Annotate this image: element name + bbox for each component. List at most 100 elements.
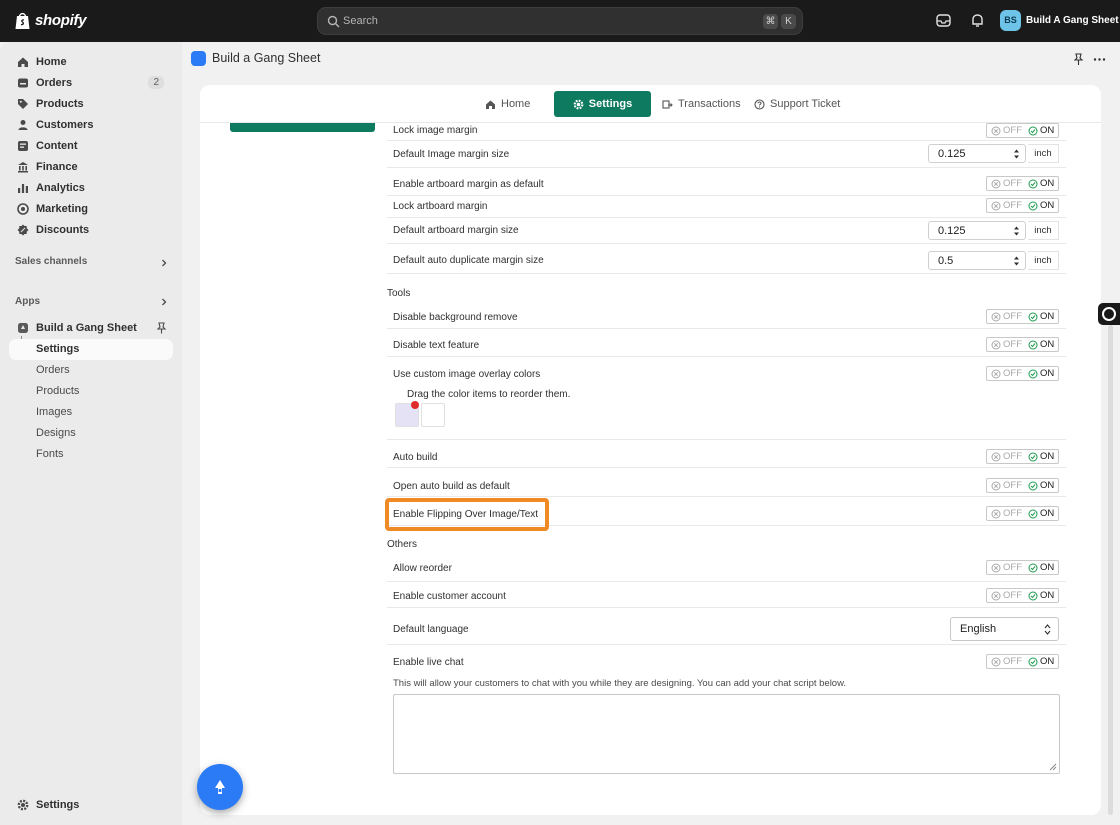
check-circle-icon — [1028, 340, 1038, 349]
app-logo-icon — [191, 51, 206, 66]
scrollbar[interactable] — [1108, 325, 1113, 815]
inbox-icon[interactable] — [935, 12, 952, 29]
sidebar-subitem-orders[interactable]: Orders — [9, 360, 173, 381]
chevron-right-icon[interactable] — [160, 259, 168, 267]
setting-label: Open auto build as default — [393, 481, 510, 492]
toggle-switch[interactable]: OFF ON — [986, 506, 1059, 521]
artboard-margin-input[interactable]: 0.125 — [928, 221, 1026, 240]
sidebar-item-analytics[interactable]: Analytics — [9, 178, 173, 198]
sidebar: Home Orders 2 Products Customers Content… — [0, 42, 182, 825]
toggle-switch[interactable]: OFF ON — [986, 123, 1059, 138]
sidebar-subitem-label: Fonts — [36, 448, 64, 460]
spinner-arrows-icon[interactable] — [1013, 225, 1020, 237]
toggle-switch[interactable]: OFF ON — [986, 449, 1059, 464]
toggle-switch[interactable]: OFF ON — [986, 198, 1059, 213]
tab-settings[interactable]: Settings — [554, 91, 651, 117]
tab-label: Support Ticket — [770, 98, 841, 110]
sidebar-app-build-a-gang-sheet[interactable]: Build a Gang Sheet — [9, 318, 173, 338]
sidebar-subitem-designs[interactable]: Designs — [9, 423, 173, 444]
app-chat-launcher-button[interactable] — [197, 764, 243, 810]
toggle-off-label: OFF — [1003, 508, 1022, 519]
toggle-on-label: ON — [1040, 562, 1055, 573]
toggle-switch[interactable]: OFF ON — [986, 654, 1059, 669]
sales-channels-heading[interactable]: Sales channels — [15, 256, 87, 267]
setting-enable-artboard-margin: Enable artboard margin as default OFF ON — [387, 174, 1066, 196]
sidebar-item-label: Discounts — [36, 224, 90, 236]
home-icon — [18, 57, 28, 67]
sidebar-item-customers[interactable]: Customers — [9, 115, 173, 135]
check-circle-icon — [1028, 481, 1038, 490]
pin-icon[interactable] — [156, 322, 167, 334]
orders-count-badge: 2 — [148, 76, 164, 89]
toggle-on-label: ON — [1040, 480, 1055, 491]
select-arrows-icon — [1044, 624, 1051, 635]
toggle-switch[interactable]: OFF ON — [986, 337, 1059, 352]
more-options-icon[interactable] — [1093, 53, 1106, 66]
sidebar-item-label: Marketing — [36, 203, 88, 215]
chat-script-textarea[interactable] — [393, 694, 1060, 774]
toggle-switch[interactable]: OFF ON — [986, 588, 1059, 603]
setting-default-auto-duplicate-margin: Default auto duplicate margin size 0.5 i… — [387, 247, 1066, 274]
remove-color-dot[interactable] — [411, 401, 419, 409]
color-swatch[interactable] — [421, 403, 445, 427]
toggle-switch[interactable]: OFF ON — [986, 478, 1059, 493]
setting-auto-build: Auto build OFF ON — [387, 440, 1066, 468]
sidebar-subitem-products[interactable]: Products — [9, 381, 173, 402]
tab-home[interactable]: Home — [485, 91, 530, 117]
home-icon — [486, 100, 495, 109]
setting-enable-customer-account: Enable customer account OFF ON — [387, 582, 1066, 608]
sidebar-item-content[interactable]: Content — [9, 136, 173, 156]
toggle-switch[interactable]: OFF ON — [986, 309, 1059, 324]
live-chat-help-text: This will allow your customers to chat w… — [393, 678, 847, 689]
spinner-arrows-icon[interactable] — [1013, 148, 1020, 160]
pin-icon[interactable] — [1072, 53, 1085, 66]
image-margin-input[interactable]: 0.125 — [928, 144, 1026, 163]
sidebar-item-marketing[interactable]: Marketing — [9, 199, 173, 219]
search-input[interactable]: Search ⌘ K — [317, 7, 803, 35]
toggle-off-label: OFF — [1003, 590, 1022, 601]
x-circle-icon — [991, 201, 1001, 210]
resize-handle-icon[interactable] — [1049, 763, 1057, 771]
store-menu[interactable]: BS Build A Gang Sheet — [1000, 10, 1119, 31]
sidebar-subitem-settings[interactable]: Settings — [9, 339, 173, 360]
toggle-off-label: OFF — [1003, 178, 1022, 189]
highlight-box — [385, 498, 549, 531]
drag-hint-text: Drag the color items to reorder them. — [407, 389, 571, 400]
bell-icon[interactable] — [969, 12, 986, 29]
sidebar-item-settings[interactable]: Settings — [9, 795, 173, 815]
x-circle-icon — [991, 179, 1001, 188]
sidebar-item-finance[interactable]: Finance — [9, 157, 173, 177]
sidebar-item-orders[interactable]: Orders 2 — [9, 73, 173, 93]
setting-label: Enable artboard margin as default — [393, 179, 544, 190]
chevron-right-icon[interactable] — [160, 298, 168, 306]
spinner-arrows-icon[interactable] — [1013, 255, 1020, 267]
app-frame: Home Settings Transactions Support Ticke… — [200, 85, 1101, 815]
tab-transactions[interactable]: Transactions — [662, 91, 741, 117]
help-circle-icon — [754, 98, 765, 110]
apps-heading[interactable]: Apps — [15, 296, 40, 307]
sidebar-subitem-images[interactable]: Images — [9, 402, 173, 423]
sidebar-item-products[interactable]: Products — [9, 94, 173, 114]
sidebar-item-home[interactable]: Home — [9, 52, 173, 72]
shopify-logo[interactable]: shopify — [14, 11, 87, 30]
toggle-switch[interactable]: OFF ON — [986, 560, 1059, 575]
auto-duplicate-margin-input[interactable]: 0.5 — [928, 251, 1026, 270]
bank-icon — [18, 162, 28, 173]
edge-widget-icon[interactable] — [1098, 303, 1120, 325]
check-circle-icon — [1028, 126, 1038, 135]
toggle-switch[interactable]: OFF ON — [986, 366, 1059, 381]
sidebar-subitem-fonts[interactable]: Fonts — [9, 444, 173, 465]
toggle-on-label: ON — [1040, 590, 1055, 601]
x-circle-icon — [991, 452, 1001, 461]
language-select[interactable]: English — [950, 617, 1059, 641]
brand-wordmark: shopify — [35, 12, 87, 29]
chart-icon — [18, 184, 28, 193]
sidebar-item-discounts[interactable]: Discounts — [9, 220, 173, 240]
setting-label: Enable customer account — [393, 591, 506, 602]
tab-support-ticket[interactable]: Support Ticket — [754, 91, 840, 117]
x-circle-icon — [991, 481, 1001, 490]
toggle-switch[interactable]: OFF ON — [986, 176, 1059, 191]
search-placeholder: Search — [343, 15, 378, 27]
toggle-on-label: ON — [1040, 125, 1055, 136]
tab-label: Home — [501, 98, 531, 110]
